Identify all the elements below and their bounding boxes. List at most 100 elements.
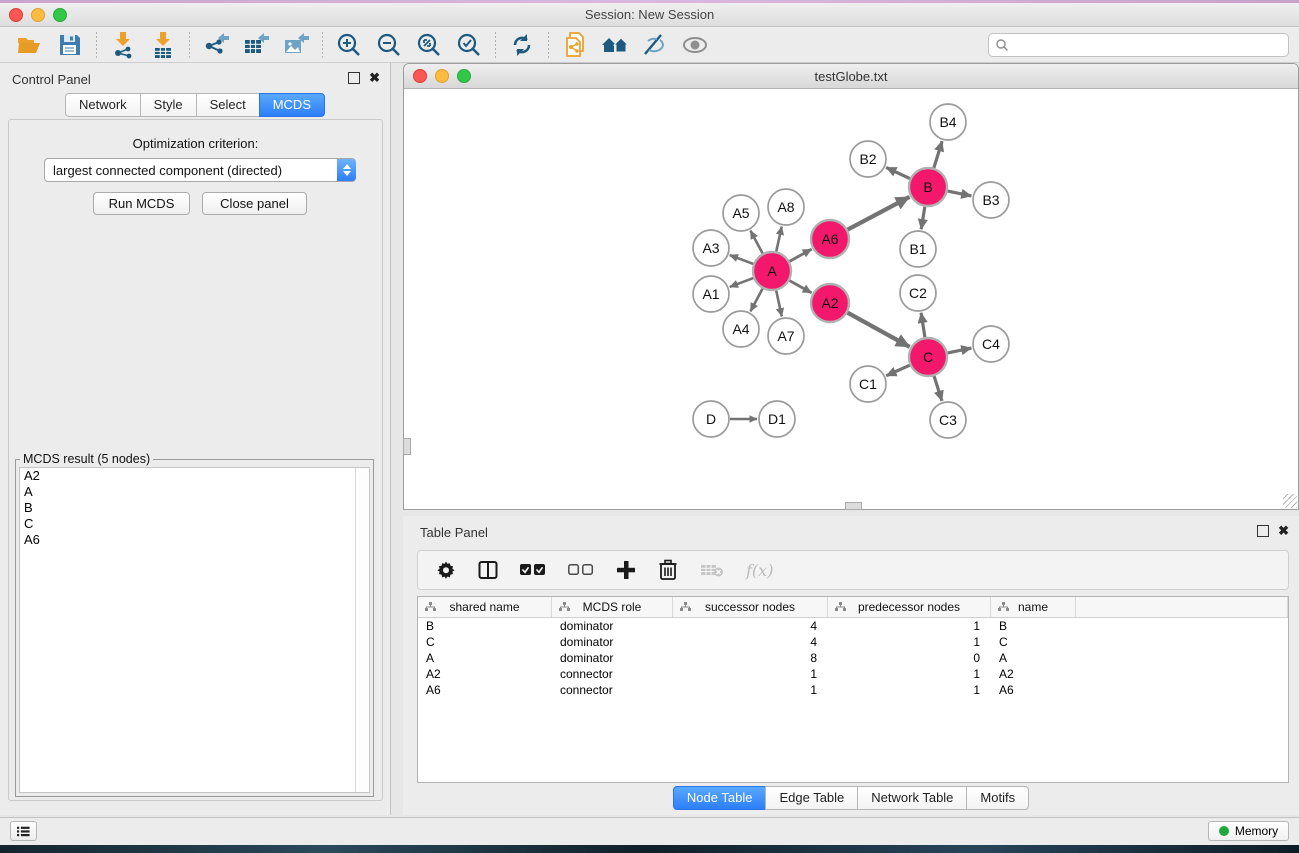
edge-A-A4[interactable] — [750, 289, 762, 312]
deselect-all-checkboxes-button[interactable] — [568, 563, 594, 577]
float-table-panel-icon[interactable] — [1257, 525, 1269, 537]
mcds-result-item[interactable]: A6 — [20, 532, 369, 548]
save-session-button[interactable] — [50, 30, 90, 60]
window-resize-grip[interactable] — [1283, 494, 1297, 508]
table-row[interactable]: A2connector11A2 — [418, 666, 1288, 682]
tab-style[interactable]: Style — [140, 93, 197, 117]
tab-network-table[interactable]: Network Table — [857, 786, 967, 810]
table-settings-gear-button[interactable] — [436, 560, 456, 580]
edge-B-B1[interactable] — [921, 207, 925, 230]
graph-node-C2[interactable]: C2 — [900, 275, 936, 311]
close-table-panel-icon[interactable]: ✖ — [1278, 526, 1289, 536]
zoom-out-button[interactable] — [369, 30, 409, 60]
table-row[interactable]: Adominator80A — [418, 650, 1288, 666]
mcds-result-item[interactable]: B — [20, 500, 369, 516]
close-panel-button[interactable]: Close panel — [202, 192, 307, 215]
tab-network[interactable]: Network — [65, 93, 141, 117]
graph-node-D1[interactable]: D1 — [759, 401, 795, 437]
edge-C-C4[interactable] — [948, 348, 972, 353]
column-header-MCDS-role[interactable]: MCDS role — [552, 597, 673, 617]
run-mcds-button[interactable]: Run MCDS — [93, 192, 190, 215]
edge-A-A7[interactable] — [776, 291, 782, 317]
edge-A-A2[interactable] — [790, 281, 812, 293]
table-row[interactable]: Cdominator41C — [418, 634, 1288, 650]
table-row[interactable]: A6connector11A6 — [418, 682, 1288, 698]
graph-node-D[interactable]: D — [693, 401, 729, 437]
edge-A-A1[interactable] — [730, 278, 754, 287]
column-header-shared-name[interactable]: shared name — [418, 597, 552, 617]
zoom-in-button[interactable] — [329, 30, 369, 60]
graph-node-C4[interactable]: C4 — [973, 326, 1009, 362]
bird-eye-view-button[interactable] — [675, 30, 715, 60]
float-panel-icon[interactable] — [348, 72, 360, 84]
graph-node-A2[interactable]: A2 — [811, 284, 849, 322]
graph-node-B[interactable]: B — [909, 168, 947, 206]
tab-motifs[interactable]: Motifs — [966, 786, 1029, 810]
table-row[interactable]: Bdominator41B — [418, 618, 1288, 634]
graph-node-A4[interactable]: A4 — [723, 311, 759, 347]
graph-node-A6[interactable]: A6 — [811, 220, 849, 258]
edge-C-C3[interactable] — [934, 376, 942, 401]
network-window-titlebar[interactable]: testGlobe.txt — [404, 64, 1298, 89]
graph-node-A8[interactable]: A8 — [768, 189, 804, 225]
column-header-predecessor-nodes[interactable]: predecessor nodes — [828, 597, 991, 617]
mcds-result-item[interactable]: C — [20, 516, 369, 532]
zoom-selected-button[interactable] — [449, 30, 489, 60]
import-network-button[interactable] — [103, 30, 143, 60]
splitter-handle-bottom[interactable] — [845, 502, 862, 510]
splitter-handle-left[interactable] — [403, 438, 411, 455]
delete-column-button[interactable] — [658, 559, 678, 581]
search-input[interactable] — [1009, 35, 1288, 55]
graph-node-C1[interactable]: C1 — [850, 366, 886, 402]
export-table-button[interactable] — [236, 30, 276, 60]
show-hide-graphics-details-button[interactable] — [635, 30, 675, 60]
memory-button[interactable]: Memory — [1208, 821, 1289, 841]
show-panels-list-button[interactable] — [10, 821, 37, 841]
select-all-checkboxes-button[interactable] — [520, 563, 546, 577]
split-panel-button[interactable] — [478, 560, 498, 580]
graph-node-B2[interactable]: B2 — [850, 141, 886, 177]
edge-B-B2[interactable] — [886, 167, 910, 178]
edge-B-B3[interactable] — [948, 191, 972, 196]
column-header-name[interactable]: name — [991, 597, 1076, 617]
edge-A2-C[interactable] — [848, 313, 910, 347]
zoom-fit-button[interactable] — [409, 30, 449, 60]
edge-A6-B[interactable] — [848, 197, 910, 230]
graph-node-A[interactable]: A — [753, 252, 791, 290]
graph-node-A5[interactable]: A5 — [723, 195, 759, 231]
export-network-button[interactable] — [196, 30, 236, 60]
new-network-from-selection-button[interactable] — [555, 30, 595, 60]
import-table-button[interactable] — [143, 30, 183, 60]
double-home-button[interactable] — [595, 30, 635, 60]
edge-A-A8[interactable] — [776, 227, 781, 252]
edge-A-A3[interactable] — [730, 255, 754, 264]
mcds-result-item[interactable]: A — [20, 484, 369, 500]
optimization-criterion-dropdown[interactable]: largest connected component (directed) — [44, 158, 356, 182]
tab-edge-table[interactable]: Edge Table — [765, 786, 858, 810]
edge-B-B4[interactable] — [934, 141, 942, 168]
tab-select[interactable]: Select — [196, 93, 260, 117]
tab-node-table[interactable]: Node Table — [673, 786, 767, 810]
network-canvas[interactable]: B4 B2 B B3 A5A8A6 A3 B1 A C2 A1 A2 A4A7 C4 C C1 C3 D D1 — [404, 89, 1298, 509]
graph-node-B4[interactable]: B4 — [930, 104, 966, 140]
edge-A-A6[interactable] — [790, 249, 812, 261]
graph-node-A7[interactable]: A7 — [768, 318, 804, 354]
graph-node-A3[interactable]: A3 — [693, 230, 729, 266]
graph-node-B3[interactable]: B3 — [973, 182, 1009, 218]
refresh-button[interactable] — [502, 30, 542, 60]
tab-mcds[interactable]: MCDS — [259, 93, 325, 117]
open-file-button[interactable] — [10, 30, 50, 60]
graph-node-A1[interactable]: A1 — [693, 276, 729, 312]
export-image-button[interactable] — [276, 30, 316, 60]
add-column-button[interactable] — [616, 560, 636, 580]
graph-node-B1[interactable]: B1 — [900, 231, 936, 267]
column-header-successor-nodes[interactable]: successor nodes — [673, 597, 828, 617]
result-list-scrollbar[interactable] — [355, 468, 369, 792]
graph-node-C3[interactable]: C3 — [930, 402, 966, 438]
edge-C-C2[interactable] — [921, 313, 925, 337]
close-panel-icon[interactable]: ✖ — [369, 73, 380, 83]
edge-C-C1[interactable] — [886, 365, 910, 376]
graph-node-C[interactable]: C — [909, 338, 947, 376]
edge-A-A5[interactable] — [750, 231, 762, 254]
mcds-result-item[interactable]: A2 — [20, 468, 369, 484]
